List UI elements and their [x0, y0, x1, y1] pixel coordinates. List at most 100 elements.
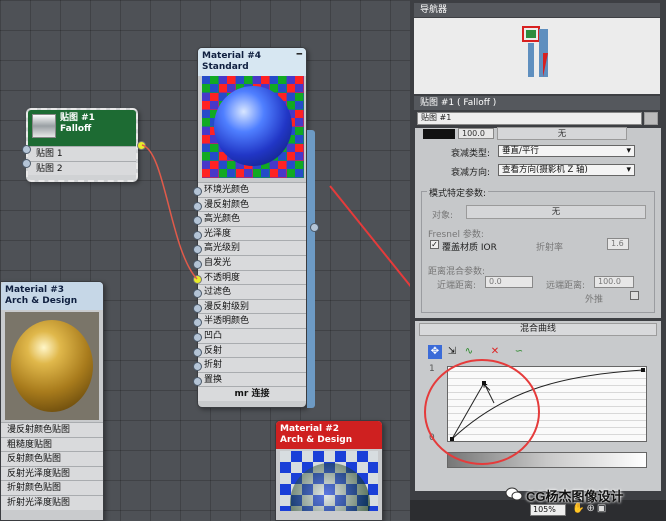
- socket-opacity[interactable]: [193, 275, 202, 284]
- material3-node[interactable]: Material #3 Arch & Design 漫反射颜色贴图 粗糙度贴图 …: [0, 281, 104, 521]
- extrapolate-label: 外推: [585, 295, 604, 305]
- slot-reflection-gloss-map[interactable]: 反射光泽度贴图: [1, 465, 103, 481]
- falloff-slot2-input-socket[interactable]: [22, 159, 31, 168]
- material3-type: Arch & Design: [5, 296, 78, 306]
- top-amount-field[interactable]: 100.0: [458, 128, 494, 139]
- socket-filter[interactable]: [193, 289, 202, 298]
- material4-type: Standard: [202, 62, 249, 72]
- material3-header[interactable]: Material #3 Arch & Design: [1, 282, 103, 310]
- slot-refraction-gloss-map[interactable]: 折射光泽度贴图: [1, 494, 103, 510]
- falloff-thumbnail: [32, 114, 56, 138]
- falloff-slot-map1[interactable]: 贴图 1: [28, 146, 136, 161]
- object-label: 对象:: [432, 211, 454, 221]
- material4-output-socket[interactable]: [310, 223, 319, 232]
- slot-diffuse-level[interactable]: 漫反射级别: [198, 298, 306, 314]
- slot-diffuse-color[interactable]: 漫反射颜色: [198, 196, 306, 212]
- slot-displacement[interactable]: 置换: [198, 371, 306, 387]
- mode-specific-label: 模式特定参数:: [427, 186, 489, 199]
- slot-reflection[interactable]: 反射: [198, 342, 306, 358]
- socket-self-illum[interactable]: [193, 260, 202, 269]
- slot-refraction[interactable]: 折射: [198, 357, 306, 372]
- material2-header[interactable]: Material #2 Arch & Design: [276, 421, 382, 449]
- slot-translucent-color[interactable]: 半透明颜色: [198, 313, 306, 328]
- override-ior-label: 覆盖材质 IOR: [442, 243, 497, 253]
- navigator-header[interactable]: 导航器: [414, 3, 660, 17]
- extrapolate-checkbox[interactable]: [630, 291, 639, 300]
- falloff-direction-label: 衰减方向:: [451, 168, 491, 178]
- object-pick-button[interactable]: 无: [466, 205, 646, 219]
- slot-self-illumination[interactable]: 自发光: [198, 254, 306, 270]
- material4-header[interactable]: Material #4 Standard ━: [198, 48, 306, 76]
- distance-blend-label: 距离混合参数:: [428, 267, 486, 277]
- mix-curve-graph[interactable]: [447, 366, 647, 442]
- material4-title: Material #4: [202, 51, 262, 61]
- falloff-map-node[interactable]: 贴图 #1 Falloff 贴图 1 贴图 2: [26, 108, 138, 182]
- mix-curve-line: [451, 369, 645, 440]
- curve-axis-max: 1: [429, 364, 435, 374]
- slot-refraction-color-map[interactable]: 折射颜色贴图: [1, 480, 103, 495]
- slot-filter-color[interactable]: 过滤色: [198, 284, 306, 299]
- map-name-field[interactable]: 贴图 #1: [417, 112, 642, 125]
- zoom-level-field[interactable]: 105%: [530, 504, 566, 516]
- socket-diffuse[interactable]: [193, 202, 202, 211]
- socket-reflection[interactable]: [193, 348, 202, 357]
- slot-ambient-color[interactable]: 环境光颜色: [198, 182, 306, 197]
- refraction-index-field[interactable]: 1.6: [607, 238, 629, 250]
- insert-point-icon[interactable]: ∿: [462, 345, 476, 359]
- socket-ambient[interactable]: [193, 187, 202, 196]
- falloff-node-header[interactable]: 贴图 #1 Falloff: [28, 110, 136, 146]
- socket-specular-level[interactable]: [193, 245, 202, 254]
- slot-glossiness[interactable]: 光泽度: [198, 225, 306, 241]
- map-type-swatch[interactable]: [644, 112, 658, 125]
- properties-header[interactable]: 贴图 #1 ( Falloff ): [414, 96, 660, 110]
- falloff-node-title: 贴图 #1: [60, 113, 95, 123]
- far-distance-label: 远端距离:: [546, 281, 586, 291]
- slot-opacity[interactable]: 不透明度: [198, 269, 306, 285]
- slot-specular-level[interactable]: 高光级别: [198, 240, 306, 255]
- falloff-type-select[interactable]: 垂直/平行: [498, 145, 635, 157]
- reset-curve-icon[interactable]: ∽: [512, 345, 526, 359]
- material4-node[interactable]: Material #4 Standard ━ 环境光颜色 漫反射颜色 高光颜色 …: [197, 47, 307, 408]
- top-map-button[interactable]: 无: [497, 127, 627, 140]
- slot-specular-color[interactable]: 高光颜色: [198, 211, 306, 226]
- material2-node[interactable]: Material #2 Arch & Design: [275, 420, 383, 521]
- slot-roughness-map[interactable]: 粗糙度贴图: [1, 436, 103, 452]
- material3-title: Material #3: [5, 285, 65, 295]
- curve-point-start: [450, 437, 454, 441]
- mouse-cursor-icon: ↖: [482, 380, 493, 394]
- socket-diffuse-level[interactable]: [193, 304, 202, 313]
- mix-gradient-preview: [447, 452, 647, 468]
- slot-mr-connection[interactable]: mr 连接: [198, 386, 306, 401]
- mix-curve-header[interactable]: 混合曲线: [419, 323, 657, 336]
- socket-glossiness[interactable]: [193, 231, 202, 240]
- fresnel-label: Fresnel 参数:: [428, 230, 484, 240]
- override-ior-checkbox[interactable]: ✓: [430, 240, 439, 249]
- material2-type: Arch & Design: [280, 435, 353, 445]
- falloff-node-type: Falloff: [60, 124, 92, 134]
- socket-specular[interactable]: [193, 216, 202, 225]
- socket-bump[interactable]: [193, 333, 202, 342]
- falloff-direction-select[interactable]: 查看方向(摄影机 Z 轴): [498, 164, 635, 176]
- falloff-slot1-input-socket[interactable]: [22, 145, 31, 154]
- move-point-icon[interactable]: ✥: [428, 345, 442, 359]
- curve-point-end: [641, 368, 645, 372]
- falloff-slot-map2[interactable]: 贴图 2: [28, 160, 136, 176]
- slot-bump[interactable]: 凹凸: [198, 327, 306, 343]
- slot-reflection-color-map[interactable]: 反射颜色贴图: [1, 451, 103, 466]
- socket-refraction[interactable]: [193, 362, 202, 371]
- top-color-swatch[interactable]: [423, 129, 455, 139]
- curve-axis-min: 0: [429, 433, 435, 443]
- near-distance-label: 近端距离:: [437, 281, 477, 291]
- material4-preview: [202, 76, 304, 178]
- minimize-icon[interactable]: ━: [297, 50, 302, 61]
- socket-translucent[interactable]: [193, 318, 202, 327]
- material2-preview: [280, 451, 378, 511]
- near-distance-field[interactable]: 0.0: [485, 276, 533, 288]
- scale-point-icon[interactable]: ⇲: [445, 345, 459, 359]
- delete-point-icon[interactable]: ✕: [488, 345, 502, 359]
- watermark-text: CG杨杰图像设计: [526, 489, 624, 504]
- slot-diffuse-color-map[interactable]: 漫反射颜色贴图: [1, 422, 103, 437]
- far-distance-field[interactable]: 100.0: [594, 276, 634, 288]
- falloff-output-socket[interactable]: [137, 141, 146, 150]
- socket-displacement[interactable]: [193, 377, 202, 386]
